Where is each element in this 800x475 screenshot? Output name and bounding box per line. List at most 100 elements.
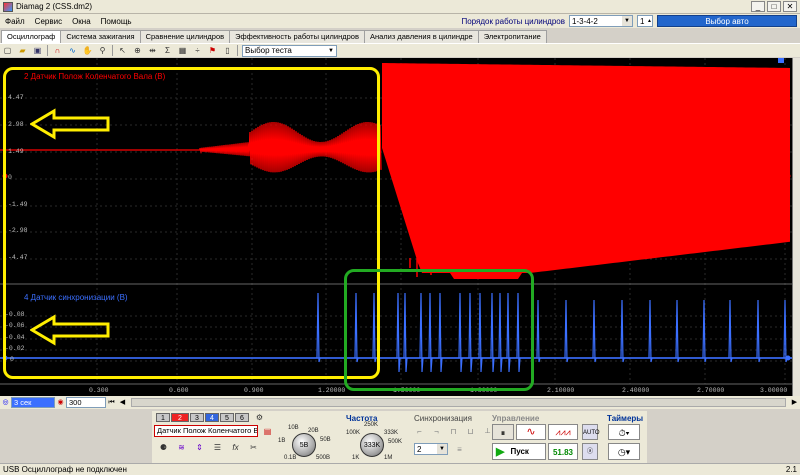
time-tick: 3.00000 <box>760 387 788 394</box>
sine-mode-button[interactable]: ∿ <box>516 424 546 440</box>
channel-button-4[interactable]: 4 <box>205 413 219 422</box>
time-navigation: ◎ 3 сек ◉ 300 ⏮ ◀ ▶ <box>0 396 800 409</box>
samples-icon[interactable]: ◉ <box>55 397 66 408</box>
menu-help[interactable]: Помощь <box>96 17 137 26</box>
document-icon[interactable]: ▯ <box>221 45 234 57</box>
channel-settings-icon[interactable]: ⚙ <box>253 411 266 423</box>
filter-icon[interactable]: ☰ <box>211 441 224 453</box>
cylinder-count-spinner[interactable]: 1 ▲ <box>637 15 653 27</box>
auto-mode-button[interactable]: AUTO <box>582 424 600 440</box>
channel-sensor-select[interactable]: Датчик Полож Коленчатого Ва <box>154 425 258 437</box>
toolbar-divider <box>47 45 48 56</box>
save-icon[interactable]: ▣ <box>31 45 44 57</box>
sine-icon[interactable]: ∿ <box>66 45 79 57</box>
frequency-value: 333K <box>363 442 381 449</box>
cursor-icon[interactable]: ↖ <box>116 45 129 57</box>
oscilloscope-view[interactable]: 4.47 2.98 1.49 0 -1.49 -2.98 -4.47 -0.08… <box>0 58 792 396</box>
frequency-knob[interactable]: 333K <box>360 433 384 457</box>
hand-icon[interactable]: ✋ <box>81 45 94 57</box>
test-select-value: Выбор теста <box>245 46 292 55</box>
voltage-range-knob[interactable]: 5B <box>292 433 316 457</box>
vertical-arrows-icon[interactable]: ⇕ <box>193 441 206 453</box>
toolbar: ▢ ▰ ▣ ∩ ∿ ✋ ⚲ ↖ ⊕ ⇹ Σ ▦ ÷ ⚑ ▯ Выбор тест… <box>0 43 800 57</box>
menu-service[interactable]: Сервис <box>30 17 67 26</box>
sync-pulse-icon[interactable]: ⊓ <box>447 425 460 437</box>
auto-sync-button[interactable]: ⓐ <box>582 443 598 460</box>
pause-button[interactable]: ⏸ <box>492 424 514 440</box>
sync-level-icon[interactable]: ≡ <box>453 443 466 455</box>
channel-button-2[interactable]: 2 <box>171 413 189 422</box>
cylinder-order-label: Порядок работы цилиндров <box>461 16 565 26</box>
channel-button-1[interactable]: 1 <box>156 413 170 422</box>
tab-oscilloscope[interactable]: Осциллограф <box>1 30 62 44</box>
formula-icon[interactable]: fx <box>229 441 242 453</box>
signal-icon[interactable]: ∩ <box>51 45 64 57</box>
status-text: USB Осциллограф не подключен <box>3 465 127 474</box>
time-tick: 2.40000 <box>622 387 650 394</box>
cylinder-order-select[interactable]: 1-3-4-2 ▼ <box>569 15 633 27</box>
split-icon[interactable]: ÷ <box>191 45 204 57</box>
range-label: 50B <box>320 437 331 443</box>
flag-icon[interactable]: ⚑ <box>206 45 219 57</box>
tab-power[interactable]: Электропитание <box>477 30 547 43</box>
channel-button-6[interactable]: 6 <box>235 413 249 422</box>
sync-channel-select[interactable]: 2 ▼ <box>414 443 448 455</box>
arrow-left-icon <box>30 314 110 346</box>
range-label: 500B <box>316 455 331 461</box>
minimize-button[interactable]: _ <box>751 1 765 12</box>
tab-cylinder-pressure[interactable]: Анализ давления в цилиндре <box>363 30 479 43</box>
tab-ignition[interactable]: Система зажигания <box>60 30 141 43</box>
next-page-icon[interactable]: ▶ <box>789 397 800 408</box>
open-folder-icon[interactable]: ▰ <box>16 45 29 57</box>
time-scale-value: 3 сек <box>14 398 32 407</box>
fit-icon[interactable]: ⇹ <box>146 45 159 57</box>
tools-icon[interactable]: ✂ <box>247 441 260 453</box>
time-scale-select[interactable]: 3 сек <box>11 397 55 408</box>
tab-cylinder-compare[interactable]: Сравнение цилиндров <box>139 30 231 43</box>
time-tick: 2.70000 <box>697 387 725 394</box>
maximize-button[interactable]: □ <box>767 1 781 12</box>
select-car-button[interactable]: Выбор авто <box>657 15 797 27</box>
probe-icon[interactable]: ⚈ <box>157 441 170 453</box>
start-button[interactable]: ▶ Пуск <box>492 443 546 460</box>
time-scrollbar[interactable] <box>131 398 786 407</box>
zoom-icon[interactable]: ⚲ <box>96 45 109 57</box>
sensor-list-icon[interactable]: ▤ <box>261 425 274 437</box>
tab-cylinder-efficiency[interactable]: Эффективность работы цилиндров <box>229 30 365 43</box>
fps-indicator: 51.83 <box>548 443 578 460</box>
cylinder-order-controls: Порядок работы цилиндров 1-3-4-2 ▼ 1 ▲ В… <box>461 14 797 28</box>
samples-field[interactable]: 300 <box>66 397 106 408</box>
first-page-icon[interactable]: ⏮ <box>106 397 117 408</box>
vertical-scrollbar[interactable] <box>792 58 800 396</box>
frequency-label: 100K <box>346 430 361 436</box>
timer-icon: ◷▾ <box>617 447 631 457</box>
channel-button-3[interactable]: 3 <box>190 413 204 422</box>
close-button[interactable]: ✕ <box>783 1 797 12</box>
time-cursor-marker[interactable] <box>778 58 784 63</box>
timer-button-1[interactable]: ⏱▾ <box>608 424 640 440</box>
sync-fall-icon[interactable]: ¬ <box>430 425 443 437</box>
measure-icon[interactable]: ⊕ <box>131 45 144 57</box>
time-tick: 0.900 <box>244 387 264 394</box>
new-file-icon[interactable]: ▢ <box>1 45 14 57</box>
time-scale-icon[interactable]: ◎ <box>0 397 11 408</box>
pulse-mode-button[interactable]: ⩘⩘⩘ <box>548 424 578 440</box>
menu-file[interactable]: Файл <box>0 17 30 26</box>
menu-windows[interactable]: Окна <box>67 17 96 26</box>
timer-button-2[interactable]: ◷▾ <box>608 443 640 460</box>
pulse-train-icon: ⩘⩘⩘ <box>555 427 571 437</box>
grid-icon[interactable]: ▦ <box>176 45 189 57</box>
invert-icon[interactable]: ≋ <box>175 441 188 453</box>
ch2-zero-marker-right[interactable] <box>785 355 791 361</box>
frequency-label: 333K <box>384 430 399 436</box>
sync-rise-icon[interactable]: ⌐ <box>413 425 426 437</box>
start-button-label: Пуск <box>510 447 529 456</box>
sync-edge-icon[interactable]: ⊔ <box>464 425 477 437</box>
sum-icon[interactable]: Σ <box>161 45 174 57</box>
channel-button-5[interactable]: 5 <box>220 413 234 422</box>
toolbar-divider <box>237 45 238 56</box>
ch1-dense-signal <box>382 63 790 279</box>
prev-page-icon[interactable]: ◀ <box>117 397 128 408</box>
timers-title: Таймеры <box>607 414 644 423</box>
test-select[interactable]: Выбор теста ▼ <box>242 44 337 57</box>
